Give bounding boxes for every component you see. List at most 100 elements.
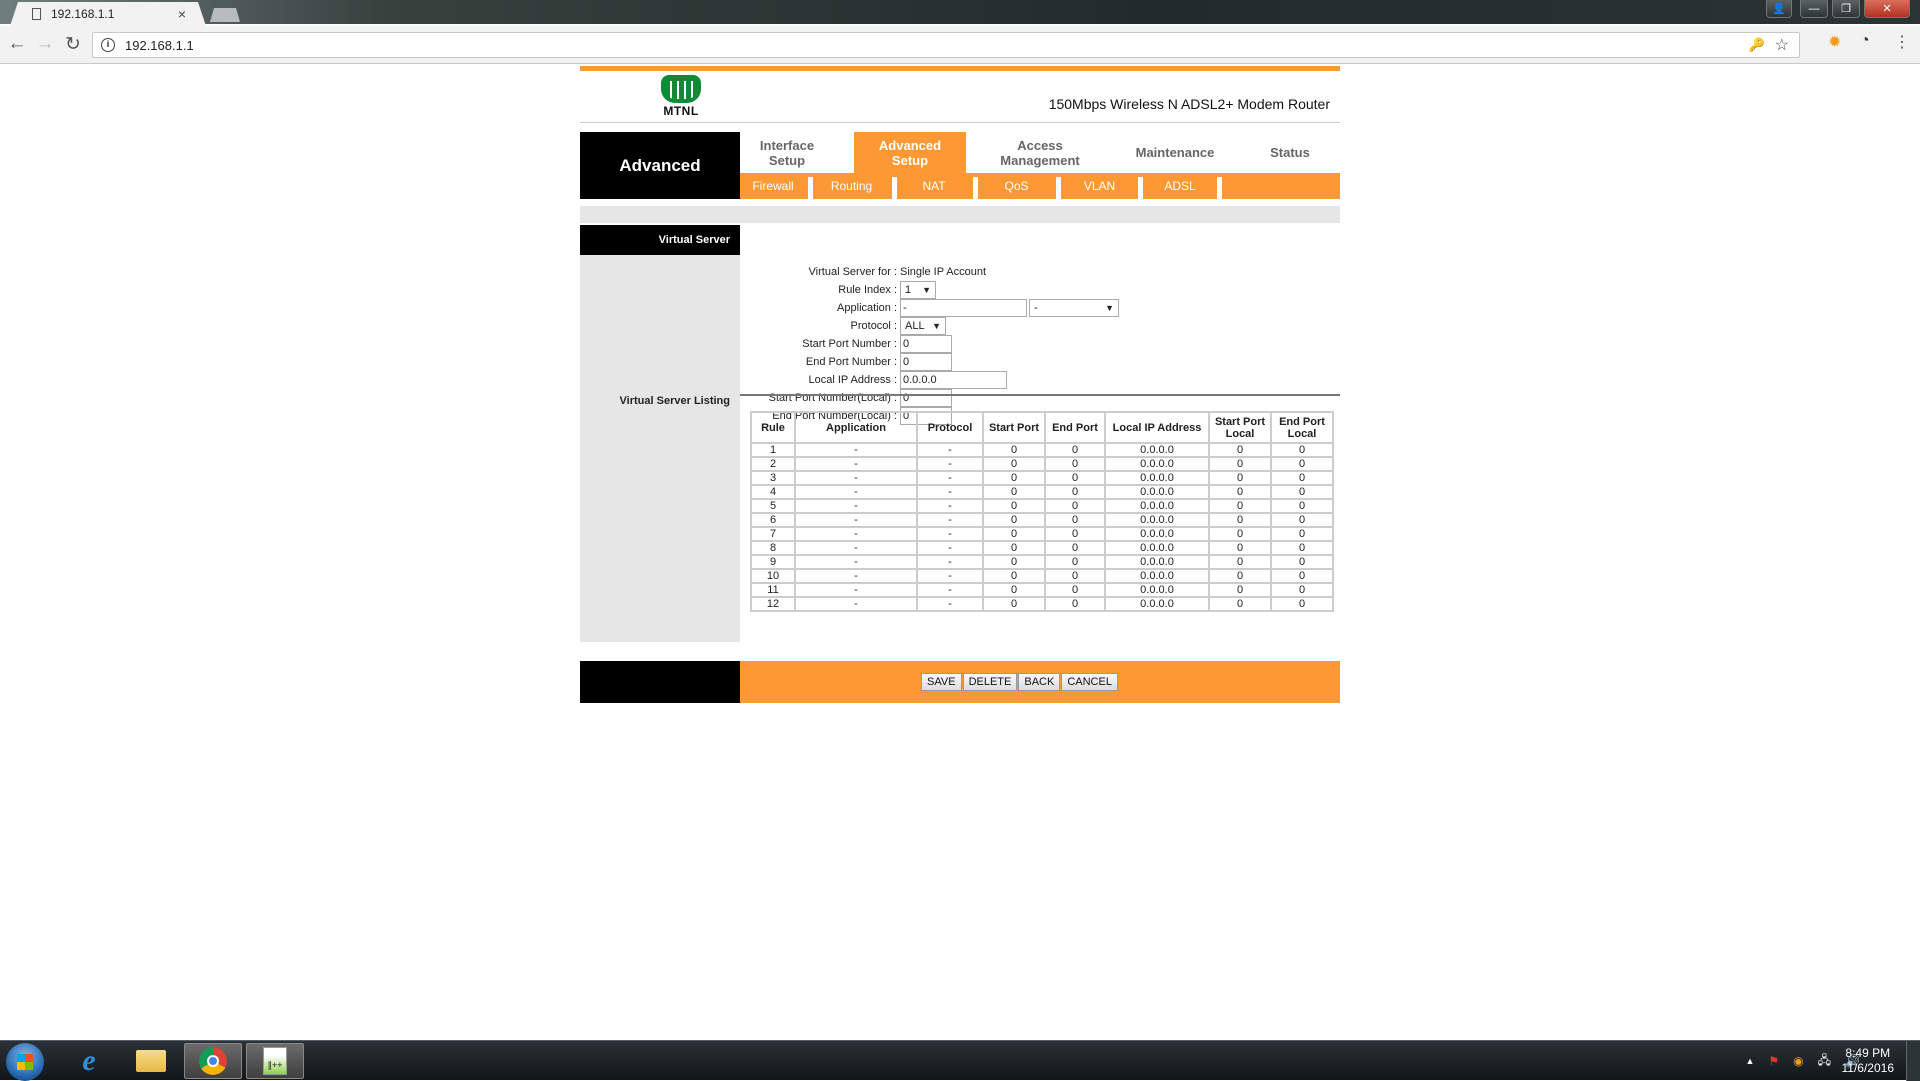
- start-button[interactable]: [6, 1043, 44, 1081]
- save-button[interactable]: SAVE: [921, 673, 962, 691]
- subtab-qos[interactable]: QoS: [978, 173, 1055, 199]
- form-row-application: Application : - - ▼: [740, 299, 1119, 317]
- table-cell: 0.0.0.0: [1104, 568, 1210, 584]
- bookmark-star-icon[interactable]: ☆: [1775, 35, 1789, 55]
- table-cell: -: [916, 484, 984, 500]
- tab-advanced-setup[interactable]: Advanced Setup: [854, 132, 966, 173]
- form-row-virtual-server-for: Virtual Server for : Single IP Account: [808, 266, 987, 278]
- show-desktop-button[interactable]: [1906, 1041, 1920, 1081]
- start-port-input[interactable]: 0: [900, 335, 952, 353]
- avast-extension-icon[interactable]: ✹: [1828, 32, 1841, 52]
- table-cell: -: [916, 596, 984, 612]
- table-row: 9- -0 0 0.0.0.0 0 0: [750, 554, 1334, 570]
- table-cell: 2: [750, 456, 796, 472]
- dropdown-arrow-icon: ▼: [922, 285, 931, 295]
- delete-button[interactable]: DELETE: [962, 673, 1018, 691]
- minimize-button[interactable]: —: [1800, 0, 1828, 18]
- tab-maintenance[interactable]: Maintenance: [1120, 132, 1230, 173]
- address-bar[interactable]: i 192.168.1.1 🔑 ☆: [92, 32, 1800, 58]
- table-cell: -: [794, 526, 918, 542]
- table-row: 1- -0 0 0.0.0.0 0 0: [750, 442, 1334, 458]
- table-cell: -: [916, 512, 984, 528]
- internet-explorer-taskbar-button[interactable]: e: [60, 1043, 118, 1079]
- tab-status[interactable]: Status: [1250, 132, 1330, 173]
- cancel-button[interactable]: CANCEL: [1061, 673, 1118, 691]
- network-icon[interactable]: 🖧: [1818, 1051, 1831, 1072]
- chrome-menu-icon[interactable]: ⋮: [1894, 32, 1910, 52]
- table-row: 5- -0 0 0.0.0.0 0 0: [750, 498, 1334, 514]
- action-center-icon[interactable]: ⚑: [1768, 1054, 1779, 1068]
- address-text[interactable]: 192.168.1.1: [125, 38, 194, 53]
- subtab-vlan[interactable]: VLAN: [1061, 173, 1138, 199]
- close-tab-icon[interactable]: ×: [178, 6, 186, 22]
- table-cell: 12: [750, 596, 796, 612]
- forward-arrow-icon[interactable]: →: [34, 33, 56, 55]
- subtab-routing[interactable]: Routing: [813, 173, 890, 199]
- table-cell: -: [916, 470, 984, 486]
- back-arrow-icon[interactable]: ←: [6, 33, 28, 55]
- table-row: 7- -0 0 0.0.0.0 0 0: [750, 526, 1334, 542]
- rule-index-select[interactable]: 1 ▼: [900, 281, 936, 299]
- speedometer-extension-icon[interactable]: ◔: [1860, 32, 1870, 50]
- protocol-select[interactable]: ALL ▼: [900, 317, 946, 335]
- reload-icon[interactable]: ↻: [62, 33, 84, 56]
- start-port-local-input[interactable]: 0: [900, 389, 952, 407]
- show-hidden-icons-icon[interactable]: ▲: [1745, 1056, 1754, 1066]
- clock[interactable]: 8:49 PM 11/6/2016: [1842, 1046, 1895, 1076]
- subtab-nat[interactable]: NAT: [897, 173, 971, 199]
- form-row-protocol: Protocol : ALL ▼: [740, 317, 1119, 335]
- table-cell: 0.0.0.0: [1104, 470, 1210, 486]
- form-row-rule-index: Rule Index : 1 ▼: [740, 281, 1119, 299]
- subtab-firewall[interactable]: Firewall: [740, 173, 806, 199]
- table-cell: 0: [982, 526, 1046, 542]
- subtab-adsl[interactable]: ADSL: [1143, 173, 1217, 199]
- col-application: Application: [794, 411, 918, 444]
- rule-index-label: Rule Index: [838, 284, 891, 296]
- user-profile-icon[interactable]: 👤: [1766, 0, 1792, 18]
- chrome-icon: [199, 1047, 227, 1075]
- application-select[interactable]: - ▼: [1029, 299, 1119, 317]
- table-cell: 0: [1208, 554, 1272, 570]
- avast-tray-icon[interactable]: ◉: [1793, 1054, 1803, 1068]
- table-cell: -: [794, 596, 918, 612]
- table-body: 1- -0 0 0.0.0.0 0 0 2- -0 0 0.0.0.0 0 0 3- -0 0 0.0.0.0…: [750, 442, 1334, 612]
- col-protocol: Protocol: [916, 411, 984, 444]
- table-cell: 0.0.0.0: [1104, 484, 1210, 500]
- table-cell: 0: [1208, 568, 1272, 584]
- start-port-label: Start Port Number: [802, 338, 891, 350]
- table-cell: 0: [1044, 540, 1106, 556]
- tab-interface-setup[interactable]: Interface Setup: [740, 132, 834, 173]
- table-cell: 0: [982, 568, 1046, 584]
- table-row: 10- -0 0 0.0.0.0 0 0: [750, 568, 1334, 584]
- table-cell: 0: [982, 484, 1046, 500]
- tab-access-management[interactable]: Access Management: [978, 132, 1102, 173]
- new-tab-button[interactable]: [210, 8, 240, 22]
- table-cell: 7: [750, 526, 796, 542]
- content-area: Virtual Server for : Single IP Account R…: [740, 225, 1340, 642]
- browser-tab[interactable]: 192.168.1.1 ×: [10, 2, 206, 26]
- end-port-input[interactable]: 0: [900, 353, 952, 371]
- table-cell: 0: [982, 540, 1046, 556]
- main-navigation: Advanced Interface Setup Advanced Setup Ac…: [580, 132, 1340, 199]
- table-cell: 0.0.0.0: [1104, 442, 1210, 458]
- application-input[interactable]: -: [900, 299, 1027, 317]
- maximize-button[interactable]: ❐: [1832, 0, 1860, 18]
- close-window-button[interactable]: ✕: [1864, 0, 1910, 18]
- chrome-taskbar-button[interactable]: [184, 1043, 242, 1079]
- info-icon[interactable]: i: [101, 38, 115, 52]
- footer-left-block: [580, 661, 740, 703]
- tab-title: 192.168.1.1: [51, 7, 115, 21]
- table-cell: 9: [750, 554, 796, 570]
- table-cell: 0: [1208, 540, 1272, 556]
- table-cell: 0: [982, 582, 1046, 598]
- key-icon[interactable]: 🔑: [1749, 37, 1765, 53]
- virtual-server-table: Rule Application Protocol Start Port End…: [750, 411, 1334, 612]
- back-button[interactable]: BACK: [1018, 673, 1061, 691]
- notepad-plus-plus-taskbar-button[interactable]: ∥++: [246, 1043, 304, 1079]
- file-explorer-taskbar-button[interactable]: [122, 1043, 180, 1079]
- table-cell: -: [794, 540, 918, 556]
- dropdown-arrow-icon: ▼: [1105, 303, 1114, 313]
- local-ip-input[interactable]: 0.0.0.0: [900, 371, 1007, 389]
- header: MTNL 150Mbps Wireless N ADSL2+ Modem Rou…: [580, 71, 1340, 123]
- table-cell: 0: [982, 498, 1046, 514]
